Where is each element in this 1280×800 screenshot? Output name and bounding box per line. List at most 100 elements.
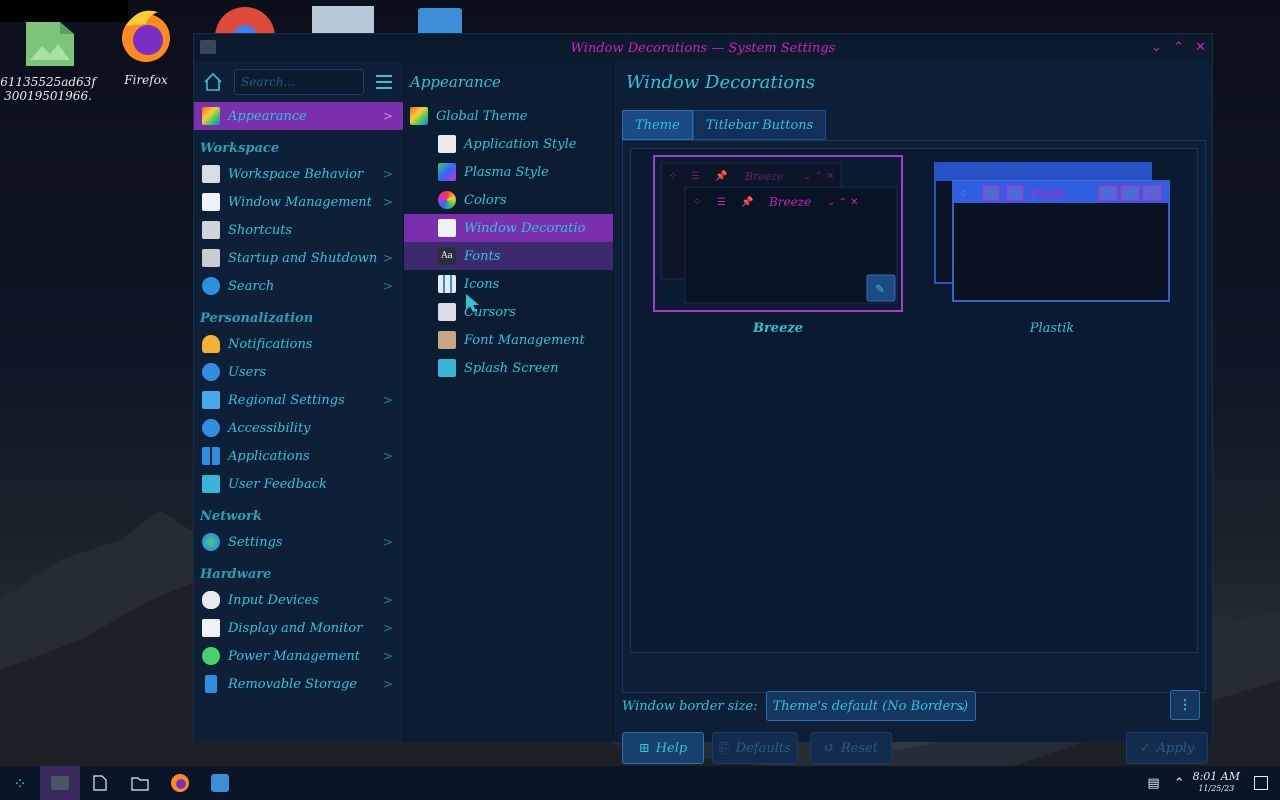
- minimize-button[interactable]: ⌄: [1151, 40, 1162, 55]
- sidebar-item-display-monitor[interactable]: Display and Monitor >: [194, 614, 403, 642]
- svg-text:⁘: ⁘: [669, 171, 677, 182]
- home-icon[interactable]: [202, 71, 224, 93]
- border-size-select[interactable]: Theme's default (No Borders) ⌄: [765, 691, 976, 721]
- submenu-item-icons[interactable]: Icons: [404, 270, 613, 298]
- chevron-right-icon: >: [382, 535, 393, 549]
- users-icon: [202, 363, 220, 381]
- theme-card-breeze[interactable]: ⁘ ☰ 📌 Breeze ⌄ ⌃ ✕ ⁘ ☰ 📌 Breeze ⌄ ⌃ ✕ ✎: [653, 155, 903, 312]
- svg-text:✎: ✎: [875, 282, 885, 296]
- keyboard-icon: [202, 221, 220, 239]
- search-icon: [202, 277, 220, 295]
- window-title: Window Decorations — System Settings: [570, 40, 836, 56]
- theme-card-plastik[interactable]: ⁘ Platik ✕: [927, 155, 1177, 312]
- document-icon: [93, 775, 107, 791]
- reset-button[interactable]: ↺ Reset: [810, 732, 892, 764]
- sidebar-item-workspace-behavior[interactable]: Workspace Behavior >: [194, 160, 403, 188]
- task-file-manager[interactable]: [120, 766, 160, 800]
- submenu-item-application-style[interactable]: Application Style: [404, 130, 613, 158]
- sidebar-item-label: Window Management: [228, 194, 372, 210]
- submenu-item-plasma-style[interactable]: Plasma Style: [404, 158, 613, 186]
- submenu-item-label: Icons: [464, 276, 500, 292]
- task-discover[interactable]: [200, 766, 240, 800]
- clock[interactable]: 8:01 AM 11/25/23: [1193, 771, 1240, 795]
- tab-theme[interactable]: Theme: [622, 110, 693, 140]
- colors-icon: [438, 191, 456, 209]
- task-firefox[interactable]: [160, 766, 200, 800]
- sidebar-item-user-feedback[interactable]: User Feedback: [194, 470, 403, 498]
- desktop-file-icon[interactable]: 61135525ad63f 30019501966.: [0, 20, 96, 103]
- desktop-chrome-icon[interactable]: [212, 4, 278, 34]
- accessibility-icon: [202, 419, 220, 437]
- svg-text:⌄ ⌃ ✕: ⌄ ⌃ ✕: [827, 197, 859, 208]
- svg-text:📌: 📌: [741, 195, 754, 208]
- submenu-item-splash-screen[interactable]: Splash Screen: [404, 354, 613, 382]
- chevron-right-icon: >: [382, 393, 393, 407]
- sidebar-item-removable-storage[interactable]: Removable Storage >: [194, 670, 403, 698]
- plastik-preview: ⁘ Platik ✕: [934, 162, 1170, 302]
- maximize-button[interactable]: ⌃: [1173, 40, 1184, 55]
- svg-text:☰: ☰: [717, 197, 726, 208]
- sidebar-item-input-devices[interactable]: Input Devices >: [194, 586, 403, 614]
- application-style-icon: [438, 135, 456, 153]
- window-titlebar[interactable]: Window Decorations — System Settings ⌄ ⌃…: [194, 34, 1212, 62]
- sidebar-item-label: Display and Monitor: [228, 620, 363, 636]
- application-launcher[interactable]: ⁘: [0, 766, 40, 800]
- submenu-item-cursors[interactable]: Cursors: [404, 298, 613, 326]
- chevron-right-icon: >: [382, 677, 393, 691]
- firefox-icon: [171, 774, 189, 792]
- submenu-item-window-decorations[interactable]: Window Decoratio: [404, 214, 613, 242]
- bell-icon: [202, 335, 220, 353]
- sidebar-item-power-management[interactable]: Power Management >: [194, 642, 403, 670]
- sidebar-item-label: Removable Storage: [228, 676, 357, 692]
- tab-titlebar-buttons[interactable]: Titlebar Buttons: [692, 110, 827, 140]
- hamburger-menu-icon[interactable]: [376, 75, 392, 89]
- more-options-button[interactable]: ⋮: [1170, 690, 1200, 720]
- chevron-down-icon: ⌄: [957, 699, 967, 713]
- border-size-label: Window border size:: [622, 698, 758, 714]
- chevron-right-icon: >: [382, 279, 393, 293]
- task-system-settings[interactable]: [40, 766, 80, 800]
- search-input[interactable]: Search...: [234, 69, 364, 95]
- svg-text:📌: 📌: [715, 169, 728, 182]
- help-label: Help: [655, 740, 688, 756]
- clipboard-icon[interactable]: ▤: [1147, 776, 1159, 791]
- sidebar-item-notifications[interactable]: Notifications: [194, 330, 403, 358]
- power-icon: [202, 647, 220, 665]
- help-button[interactable]: ⊞ Help: [622, 732, 704, 764]
- terminal-icon: [51, 776, 69, 790]
- submenu-item-label: Plasma Style: [464, 164, 549, 180]
- chevron-right-icon: >: [382, 195, 393, 209]
- sidebar-item-regional-settings[interactable]: Regional Settings >: [194, 386, 403, 414]
- sidebar-item-accessibility[interactable]: Accessibility: [194, 414, 403, 442]
- close-button[interactable]: ✕: [1195, 40, 1206, 55]
- firefox-icon: [122, 10, 170, 62]
- submenu-item-colors[interactable]: Colors: [404, 186, 613, 214]
- chevron-up-icon[interactable]: ⌃: [1174, 776, 1185, 791]
- submenu-item-fonts[interactable]: Aa Fonts: [404, 242, 613, 270]
- sidebar-item-users[interactable]: Users: [194, 358, 403, 386]
- sidebar-item-network-settings[interactable]: Settings >: [194, 528, 403, 556]
- appearance-submenu: Appearance Global Theme Application Styl…: [404, 62, 614, 742]
- section-heading-network: Network: [200, 509, 262, 524]
- sidebar-item-window-management[interactable]: Window Management >: [194, 188, 403, 216]
- defaults-button[interactable]: ⎘ Defaults: [712, 732, 798, 764]
- kde-launcher-icon: ⁘: [13, 773, 27, 793]
- sidebar-item-search[interactable]: Search >: [194, 272, 403, 300]
- task-new-document[interactable]: [80, 766, 120, 800]
- submenu-item-label: Application Style: [464, 136, 577, 152]
- sidebar-item-startup-shutdown[interactable]: Startup and Shutdown >: [194, 244, 403, 272]
- desktop-doc-icon[interactable]: [418, 8, 462, 34]
- sidebar-item-label: Settings: [228, 534, 283, 550]
- submenu-item-global-theme[interactable]: Global Theme: [404, 102, 613, 130]
- appearance-icon: [202, 107, 220, 125]
- desktop-photo-thumbnail[interactable]: [312, 6, 374, 34]
- desktop-firefox-icon[interactable]: Firefox: [98, 6, 194, 87]
- sidebar-item-shortcuts[interactable]: Shortcuts: [194, 216, 403, 244]
- submenu-item-font-management[interactable]: Font Management: [404, 326, 613, 354]
- sidebar-item-applications[interactable]: Applications >: [194, 442, 403, 470]
- svg-text:⁘: ⁘: [959, 189, 967, 200]
- sidebar-item-appearance[interactable]: Appearance >: [194, 102, 403, 130]
- show-desktop-icon[interactable]: [1254, 776, 1268, 790]
- chevron-right-icon: >: [382, 109, 393, 123]
- apply-button[interactable]: ✓ Apply: [1126, 732, 1208, 764]
